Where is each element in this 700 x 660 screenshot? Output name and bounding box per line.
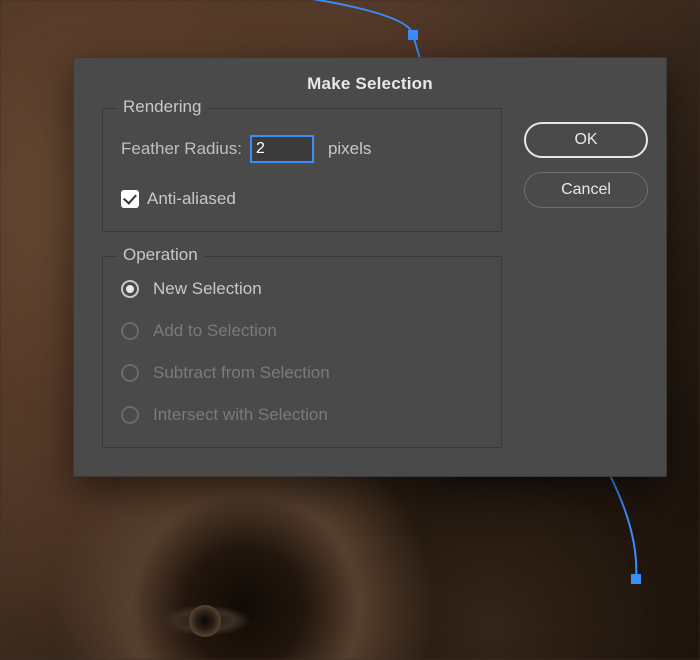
rendering-legend: Rendering — [117, 97, 207, 117]
operation-add-to-selection: Add to Selection — [121, 321, 483, 341]
operation-new-selection[interactable]: New Selection — [121, 279, 483, 299]
radio-label: Add to Selection — [153, 321, 277, 341]
dialog-button-panel: OK Cancel — [524, 108, 648, 448]
dialog-body: Rendering Feather Radius: pixels Anti-al… — [74, 108, 666, 476]
feather-radius-unit: pixels — [328, 139, 371, 159]
radio-label: Subtract from Selection — [153, 363, 330, 383]
radio-icon — [121, 364, 139, 382]
anti-aliased-checkbox[interactable] — [121, 190, 139, 208]
cancel-button[interactable]: Cancel — [524, 172, 648, 208]
anti-aliased-row[interactable]: Anti-aliased — [121, 189, 483, 209]
operation-fieldset: Operation New Selection Add to Selection… — [102, 256, 502, 448]
feather-radius-row: Feather Radius: pixels — [121, 135, 483, 163]
operation-intersect-with-selection: Intersect with Selection — [121, 405, 483, 425]
path-anchor-handle[interactable] — [631, 574, 641, 584]
radio-icon — [121, 406, 139, 424]
operation-legend: Operation — [117, 245, 204, 265]
make-selection-dialog: Make Selection Rendering Feather Radius:… — [73, 57, 667, 477]
operation-subtract-from-selection: Subtract from Selection — [121, 363, 483, 383]
radio-icon[interactable] — [121, 280, 139, 298]
ok-button[interactable]: OK — [524, 122, 648, 158]
path-anchor-handle[interactable] — [408, 30, 418, 40]
radio-label: Intersect with Selection — [153, 405, 328, 425]
feather-radius-input[interactable] — [250, 135, 314, 163]
radio-label: New Selection — [153, 279, 262, 299]
dialog-left-panel: Rendering Feather Radius: pixels Anti-al… — [102, 108, 502, 448]
feather-radius-label: Feather Radius: — [121, 139, 242, 159]
anti-aliased-label: Anti-aliased — [147, 189, 236, 209]
radio-icon — [121, 322, 139, 340]
rendering-fieldset: Rendering Feather Radius: pixels Anti-al… — [102, 108, 502, 232]
background-eye-detail — [140, 598, 270, 643]
